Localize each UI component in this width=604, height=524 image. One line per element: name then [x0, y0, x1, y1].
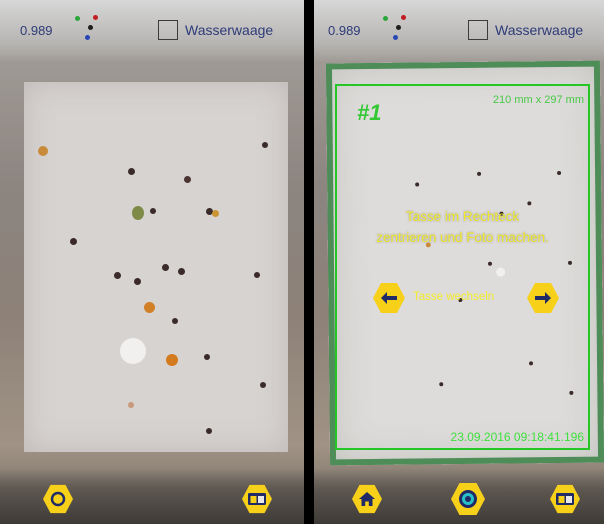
left-top-bar: 0.989 Wasserwaage: [0, 0, 304, 62]
left-paper-preview: [24, 82, 288, 452]
right-camera-screen: 0.989 Wasserwaage #1 210 mm x 297 mm Tas…: [314, 0, 604, 524]
home-icon: [359, 492, 375, 506]
arrow-left-icon: [381, 292, 397, 304]
left-bottom-bar: [0, 468, 304, 524]
capture-instruction: Tasse im Rechteck zentrieren und Foto ma…: [337, 206, 588, 248]
paper-dimensions: 210 mm x 297 mm: [492, 94, 584, 106]
right-tasse-card-button[interactable]: [550, 484, 580, 514]
left-level-label: Wasserwaage: [185, 22, 274, 38]
previous-cup-button[interactable]: [373, 282, 405, 314]
shutter-icon: [459, 490, 477, 508]
instruction-line-2: zentrieren und Foto machen.: [376, 230, 549, 245]
switch-cup-label: Tasse wechseln: [413, 291, 495, 303]
target-button[interactable]: [43, 484, 73, 514]
left-level-checkbox[interactable]: [158, 20, 178, 40]
tasse-card-icon: [556, 493, 574, 505]
right-bottom-bar: [314, 468, 604, 524]
left-tasse-card-button[interactable]: [242, 484, 272, 514]
left-tilt-reading: 0.989: [20, 23, 53, 38]
shutter-button[interactable]: [451, 483, 485, 515]
right-tilt-reading: 0.989: [328, 23, 361, 38]
right-level-label: Wasserwaage: [495, 22, 584, 38]
right-level-checkbox[interactable]: [468, 20, 488, 40]
capture-frame: #1 210 mm x 297 mm Tasse im Rechteck zen…: [335, 84, 590, 450]
left-camera-screen: 0.989 Wasserwaage: [0, 0, 304, 524]
capture-timestamp: 23.09.2016 09:18:41.196: [450, 430, 584, 444]
arrow-right-icon: [535, 292, 551, 304]
home-button[interactable]: [352, 484, 382, 514]
right-top-bar: 0.989 Wasserwaage: [314, 0, 604, 62]
app-root: 0.989 Wasserwaage 0.989 Wasserwaage #1 2…: [0, 0, 604, 524]
target-icon: [50, 491, 66, 507]
next-cup-button[interactable]: [527, 282, 559, 314]
left-level-dots-icon: [74, 14, 100, 44]
instruction-line-1: Tasse im Rechteck: [405, 209, 520, 224]
cup-number: #1: [357, 100, 382, 125]
right-level-dots-icon: [382, 14, 408, 44]
tasse-card-icon: [248, 493, 266, 505]
switch-cup-row: Tasse wechseln: [373, 282, 559, 314]
